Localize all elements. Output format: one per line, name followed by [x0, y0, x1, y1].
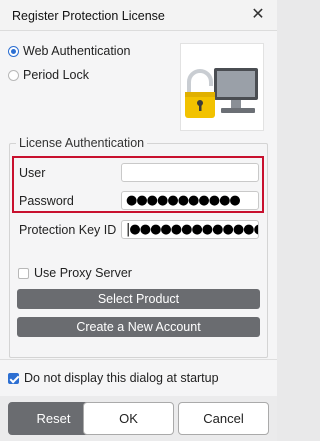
cancel-button[interactable]: Cancel: [178, 402, 269, 435]
create-new-account-button[interactable]: Create a New Account: [17, 317, 260, 337]
password-label: Password: [19, 194, 74, 208]
close-icon[interactable]: ✕: [249, 6, 267, 24]
do-not-display-checkbox[interactable]: Do not display this dialog at startup: [8, 371, 219, 385]
do-not-display-label: Do not display this dialog at startup: [24, 371, 219, 385]
radio-web-authentication[interactable]: Web Authentication: [8, 44, 130, 58]
checkbox-unchecked-icon[interactable]: [18, 267, 29, 279]
title-bar: Register Protection License ✕: [0, 0, 277, 31]
computer-with-padlock-icon: [185, 68, 258, 118]
checkbox-checked-icon[interactable]: [8, 372, 19, 384]
radio-unselected-icon[interactable]: [8, 69, 19, 81]
license-authentication-legend: License Authentication: [16, 136, 148, 150]
radio-label-web-authentication: Web Authentication: [23, 44, 131, 58]
license-illustration: [180, 43, 264, 131]
window-title: Register Protection License: [12, 9, 165, 23]
user-input[interactable]: [121, 163, 259, 182]
radio-label-period-lock: Period Lock: [23, 68, 90, 82]
dialog-body: Web Authentication Period Lock License A…: [0, 31, 277, 441]
radio-period-lock[interactable]: Period Lock: [8, 68, 89, 82]
use-proxy-server-label: Use Proxy Server: [34, 266, 132, 280]
select-product-button[interactable]: Select Product: [17, 289, 260, 309]
protection-key-id-input[interactable]: |●●●●●●●●●●●●●●●●●●: [121, 220, 259, 239]
user-label: User: [19, 166, 46, 180]
protection-key-id-label: Protection Key ID: [19, 223, 117, 237]
ok-button[interactable]: OK: [83, 402, 174, 435]
use-proxy-server-checkbox[interactable]: Use Proxy Server: [18, 266, 132, 280]
radio-selected-icon[interactable]: [8, 45, 19, 57]
password-input[interactable]: ●●●●●●●●●●●: [121, 191, 259, 210]
divider: [0, 359, 277, 360]
